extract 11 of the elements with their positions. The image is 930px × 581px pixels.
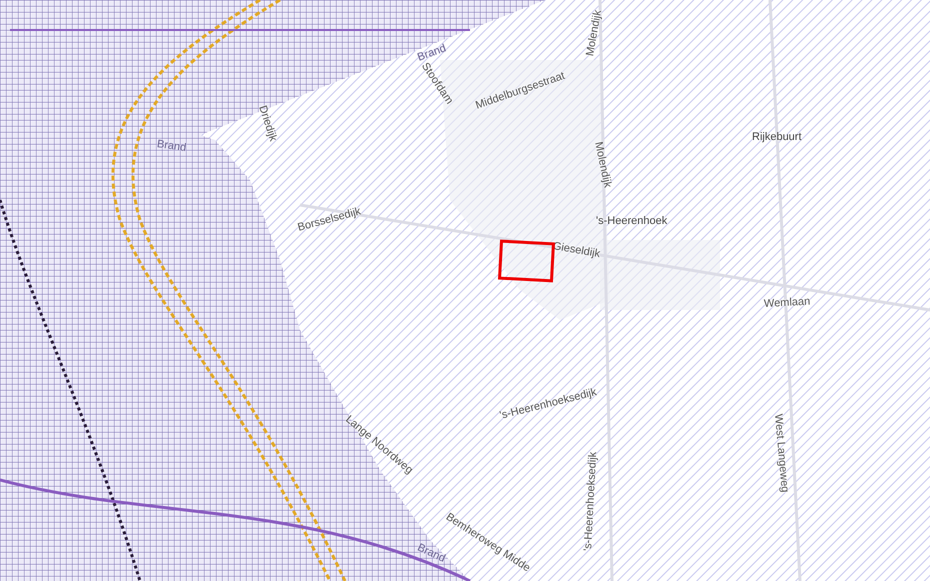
map-label: Wemlaan — [764, 296, 811, 310]
map-label: Rijkebuurt — [752, 131, 802, 143]
map-label: 's-Heerenhoeksedijk — [582, 452, 600, 552]
map-label: 's-Heerenhoek — [596, 215, 668, 227]
map-label: Brand — [156, 138, 187, 154]
map-label: Brand — [416, 42, 448, 64]
map-label: Molendijk — [592, 140, 614, 189]
map-label: West Langeweg — [772, 413, 791, 493]
map-label: Gieseldijk — [552, 240, 601, 260]
map-label: Molendijk — [584, 9, 604, 58]
map-label: Driedijk — [256, 104, 280, 143]
